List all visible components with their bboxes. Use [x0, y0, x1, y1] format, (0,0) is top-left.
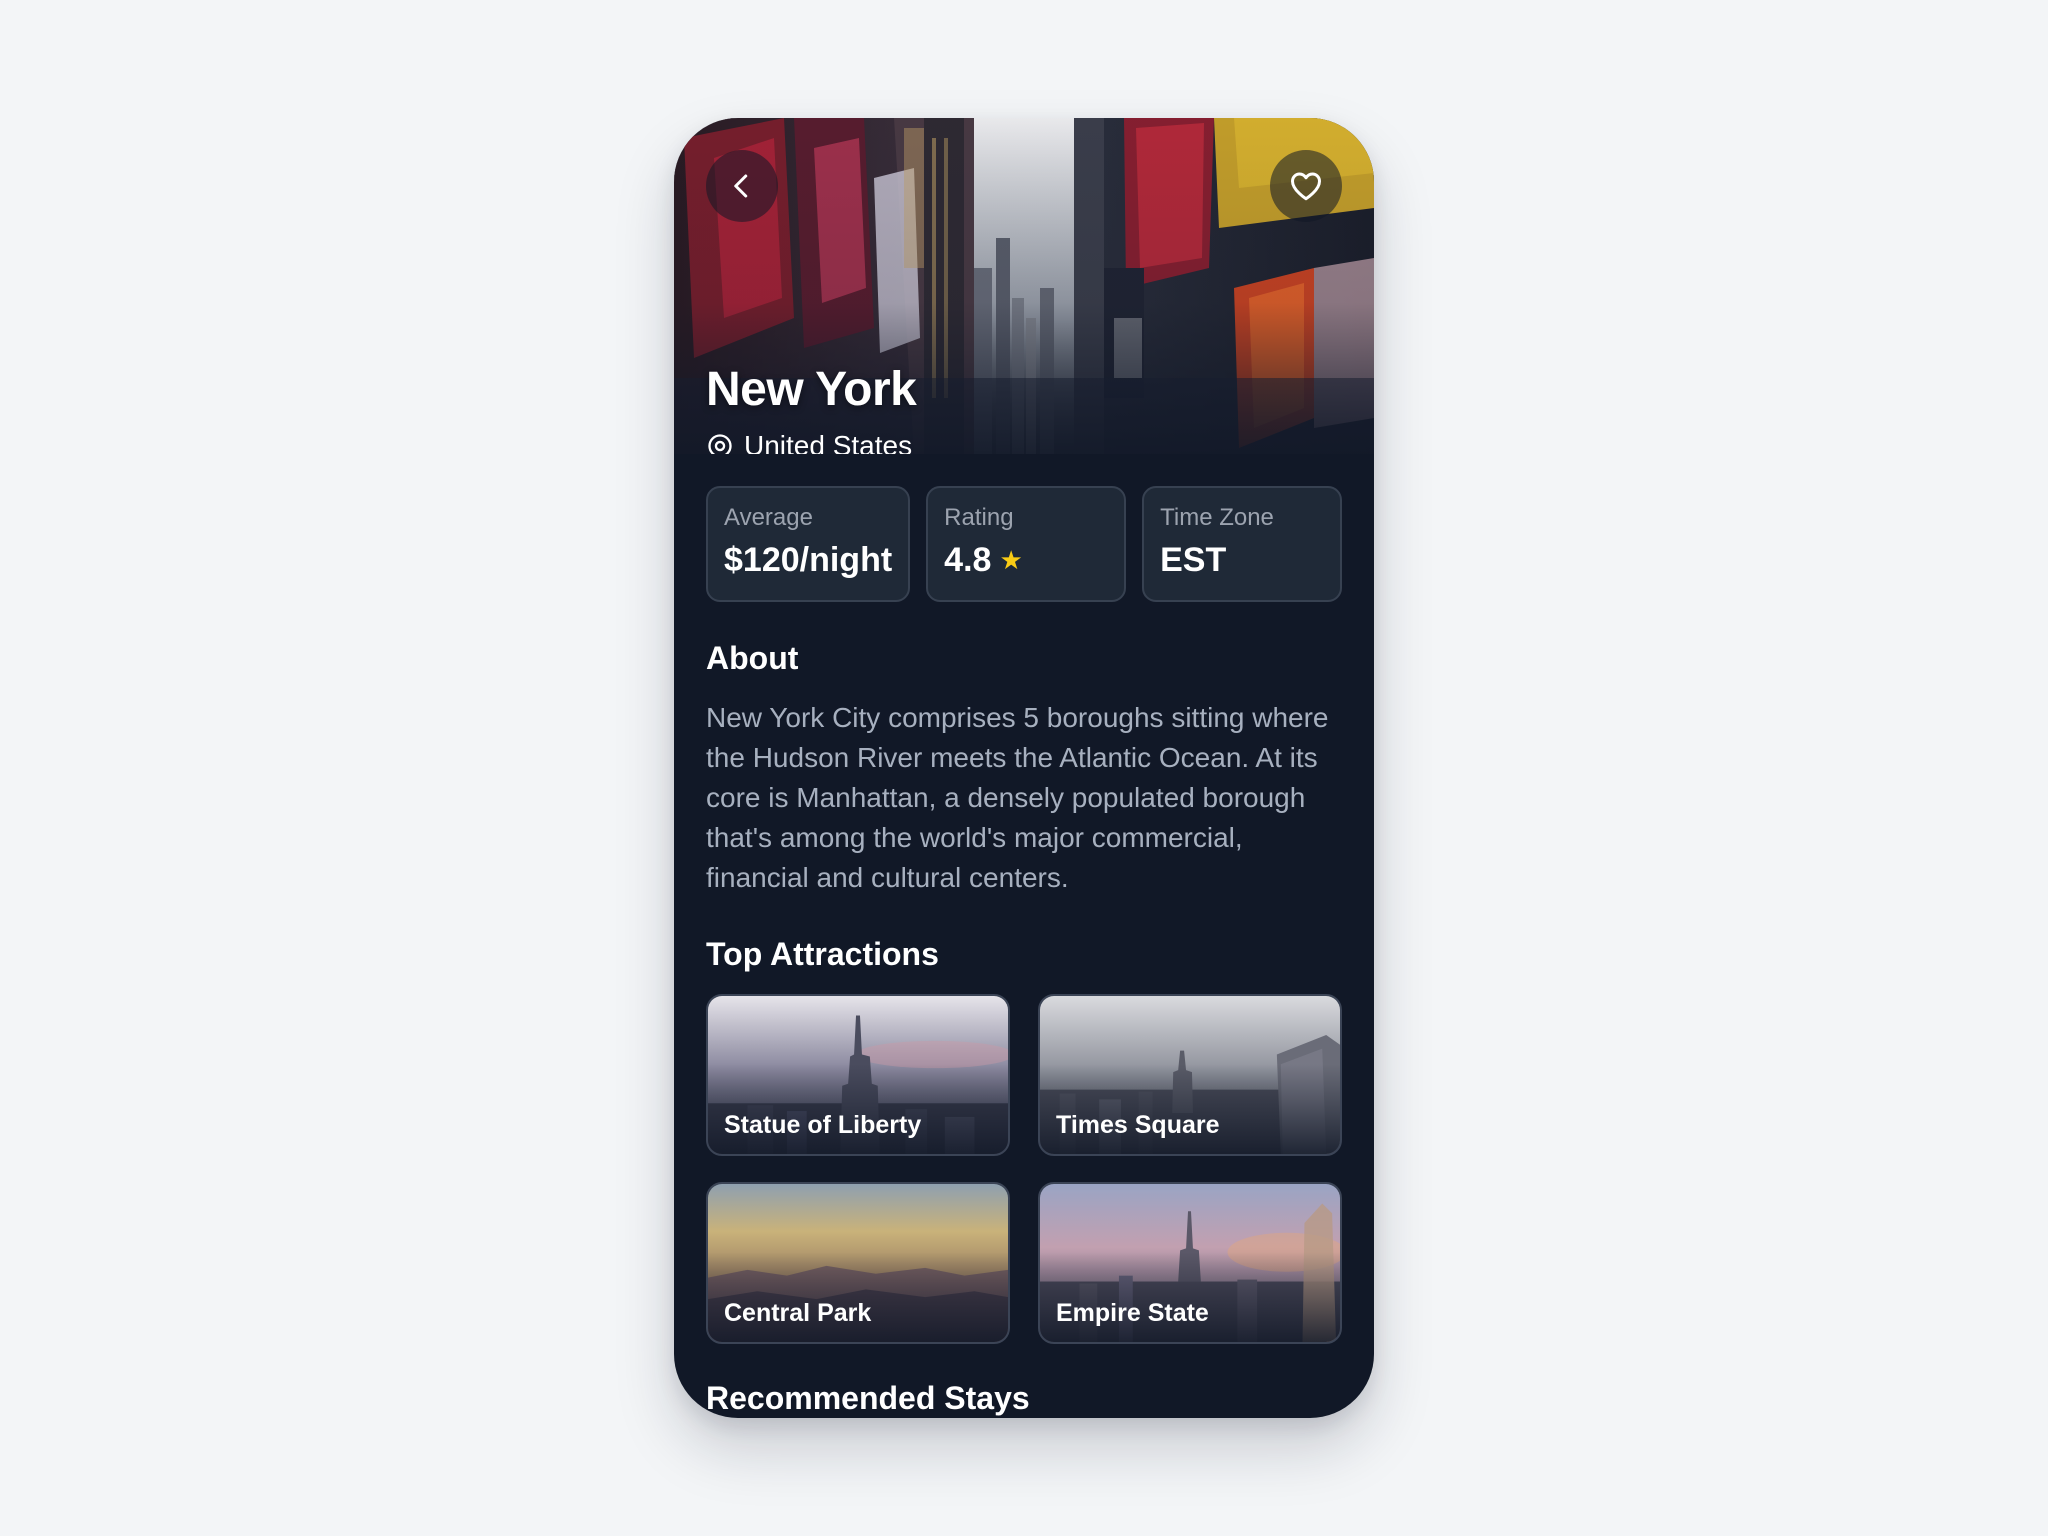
- phone-screen: New York United States Average $120/nigh…: [674, 118, 1374, 1418]
- country-name: United States: [744, 430, 913, 454]
- location-pin-icon: [708, 434, 732, 454]
- attraction-card-times-square[interactable]: Times Square: [1038, 994, 1342, 1156]
- attraction-name: Empire State: [1056, 1299, 1209, 1327]
- stats-row: Average $120/night Rating 4.8 ★ Time Zon…: [706, 486, 1343, 602]
- stat-rating: Rating 4.8 ★: [926, 486, 1127, 602]
- stat-value: $120/night: [724, 541, 893, 579]
- stat-value: EST: [1160, 541, 1227, 579]
- recommended-stays-heading: Recommended Stays: [706, 1380, 1030, 1416]
- stat-label: Rating: [944, 504, 1014, 531]
- stat-value: 4.8: [944, 541, 992, 579]
- top-attractions-heading: Top Attractions: [706, 936, 939, 972]
- star-icon: ★: [999, 545, 1023, 575]
- attraction-name: Statue of Liberty: [724, 1111, 922, 1139]
- stat-label: Average: [724, 504, 813, 531]
- attraction-name: Central Park: [724, 1299, 872, 1327]
- heart-icon: [1291, 172, 1321, 201]
- stat-average-price: Average $120/night: [706, 486, 911, 602]
- stat-label: Time Zone: [1160, 504, 1274, 531]
- about-description: New York City comprises 5 boroughs sitti…: [706, 702, 1329, 893]
- country-location: United States: [706, 430, 912, 454]
- favorite-button[interactable]: [1270, 150, 1342, 222]
- hero-image: New York United States: [674, 118, 1374, 454]
- about-heading: About: [706, 640, 799, 676]
- attractions-grid: Statue of Liberty Times Square Central P…: [706, 994, 1342, 1344]
- attraction-name: Times Square: [1056, 1111, 1220, 1139]
- attraction-card-statue-of-liberty[interactable]: Statue of Liberty: [706, 994, 1010, 1156]
- back-button[interactable]: [706, 150, 778, 222]
- attraction-card-empire-state[interactable]: Empire State: [1038, 1182, 1342, 1344]
- attraction-card-central-park[interactable]: Central Park: [706, 1182, 1010, 1344]
- chevron-left-icon: [734, 174, 748, 198]
- stat-time-zone: Time Zone EST: [1142, 486, 1343, 602]
- city-title: New York: [706, 363, 917, 416]
